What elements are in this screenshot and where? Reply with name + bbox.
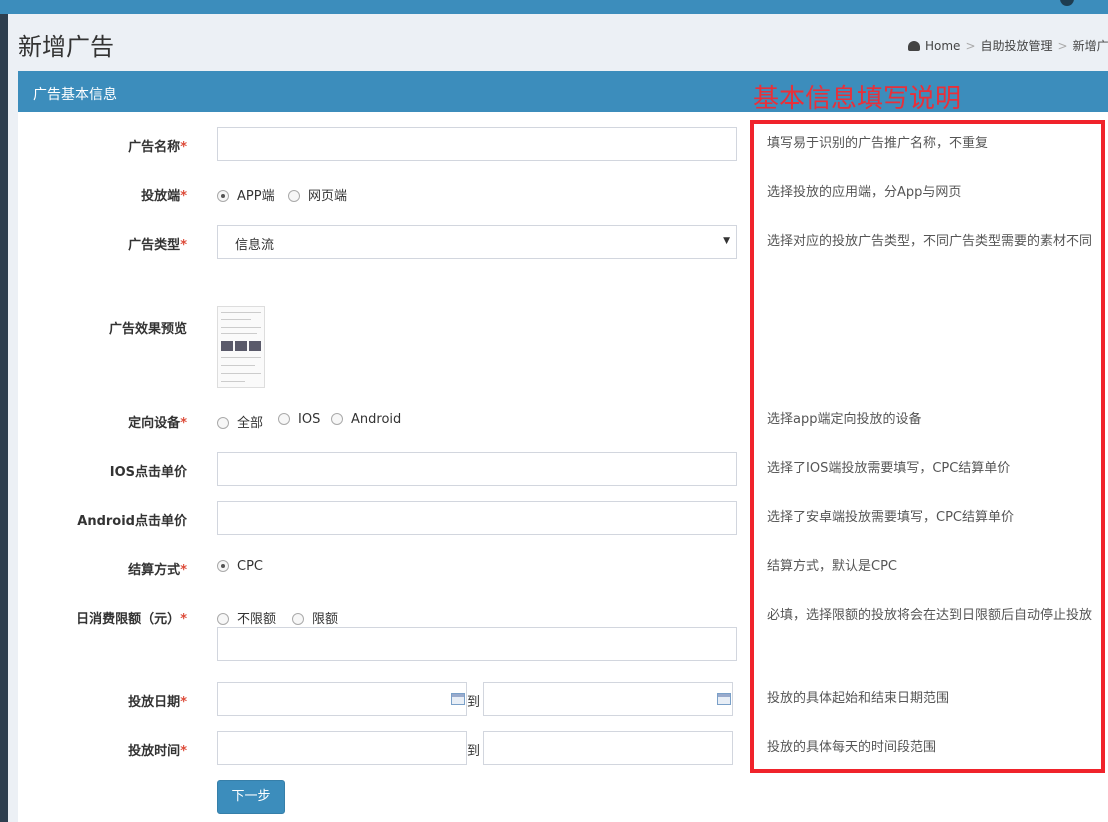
help-heading: 基本信息填写说明 — [753, 84, 962, 114]
help-annotation-box — [750, 120, 1105, 773]
ad-preview-thumbnail — [217, 306, 265, 388]
radio-no-limit[interactable]: 不限额 — [217, 608, 276, 627]
breadcrumb: Home > 自助投放管理 > 新增广告 — [908, 37, 1108, 54]
start-time-input[interactable] — [217, 731, 467, 765]
breadcrumb-separator: > — [1057, 39, 1068, 53]
radio-app[interactable]: APP端 — [217, 185, 275, 204]
dashboard-icon — [908, 41, 920, 51]
sidebar-edge — [0, 14, 8, 822]
breadcrumb-separator: > — [965, 39, 976, 53]
help-ios-cpc: 选择了IOS端投放需要填写，CPC结算单价 — [767, 461, 1011, 476]
calendar-icon[interactable] — [451, 693, 465, 705]
user-avatar[interactable] — [1060, 0, 1074, 6]
breadcrumb-home[interactable]: Home — [925, 39, 960, 53]
help-target-device: 选择app端定向投放的设备 — [767, 412, 922, 427]
required-mark: * — [180, 612, 187, 627]
help-ad-name: 填写易于识别的广告推广名称，不重复 — [767, 136, 989, 151]
help-android-cpc: 选择了安卓端投放需要填写，CPC结算单价 — [767, 510, 1014, 525]
help-platform: 选择投放的应用端，分App与网页 — [767, 185, 962, 200]
box-title: 广告基本信息 — [33, 87, 117, 103]
help-ad-type: 选择对应的投放广告类型，不同广告类型需要的素材不同 — [767, 234, 1093, 249]
help-billing: 结算方式，默认是CPC — [767, 559, 897, 574]
daily-limit-label: 日消费限额（元）* — [76, 612, 187, 627]
end-date-input[interactable] — [483, 682, 733, 716]
ad-type-value: 信息流 — [235, 238, 275, 253]
radio-icon — [288, 190, 300, 202]
end-time-input[interactable] — [483, 731, 733, 765]
radio-web[interactable]: 网页端 — [288, 185, 347, 204]
time-range-label: 投放时间* — [128, 744, 187, 759]
preview-label: 广告效果预览 — [108, 322, 187, 337]
android-cpc-input[interactable] — [217, 501, 737, 535]
ad-type-label: 广告类型* — [128, 238, 187, 253]
calendar-icon[interactable] — [717, 693, 731, 705]
ios-cpc-label: IOS点击单价 — [109, 465, 187, 480]
android-cpc-label: Android点击单价 — [77, 514, 187, 529]
radio-checked-icon — [217, 560, 229, 572]
required-mark: * — [180, 238, 187, 253]
required-mark: * — [180, 416, 187, 431]
radio-icon — [331, 413, 343, 425]
radio-limit[interactable]: 限额 — [292, 608, 338, 627]
top-navbar — [0, 0, 1108, 14]
radio-checked-icon — [217, 190, 229, 202]
ios-cpc-input[interactable] — [217, 452, 737, 486]
required-mark: * — [180, 563, 187, 578]
radio-all-devices[interactable]: 全部 — [217, 412, 263, 431]
help-daily-limit: 必填，选择限额的投放将会在达到日限额后自动停止投放 — [767, 608, 1093, 623]
ad-name-label: 广告名称* — [128, 140, 187, 155]
date-range-separator: 到 — [467, 695, 481, 710]
date-range-label: 投放日期* — [128, 695, 187, 710]
help-time-range: 投放的具体每天的时间段范围 — [767, 740, 937, 755]
radio-android[interactable]: Android — [331, 412, 401, 427]
dropdown-arrow-icon: ▼ — [723, 236, 730, 246]
start-date-input[interactable] — [217, 682, 467, 716]
radio-icon — [217, 417, 229, 429]
breadcrumb-ad-management[interactable]: 自助投放管理 — [981, 39, 1053, 53]
next-step-button[interactable]: 下一步 — [217, 780, 285, 814]
platform-label: 投放端* — [141, 189, 187, 204]
required-mark: * — [180, 140, 187, 155]
radio-icon — [292, 613, 304, 625]
ad-type-select[interactable]: 信息流 ▼ — [217, 225, 737, 259]
radio-ios[interactable]: IOS — [278, 412, 320, 427]
help-date-range: 投放的具体起始和结束日期范围 — [767, 691, 950, 706]
radio-icon — [278, 413, 290, 425]
required-mark: * — [180, 744, 187, 759]
radio-cpc[interactable]: CPC — [217, 559, 263, 574]
time-range-separator: 到 — [467, 744, 481, 759]
required-mark: * — [180, 695, 187, 710]
ad-name-input[interactable] — [217, 127, 737, 161]
daily-limit-input[interactable] — [217, 627, 737, 661]
page-title: 新增广告 — [18, 33, 114, 61]
billing-label: 结算方式* — [128, 563, 187, 578]
required-mark: * — [180, 189, 187, 204]
breadcrumb-current: 新增广告 — [1072, 39, 1108, 53]
radio-icon — [217, 613, 229, 625]
target-device-label: 定向设备* — [128, 416, 187, 431]
